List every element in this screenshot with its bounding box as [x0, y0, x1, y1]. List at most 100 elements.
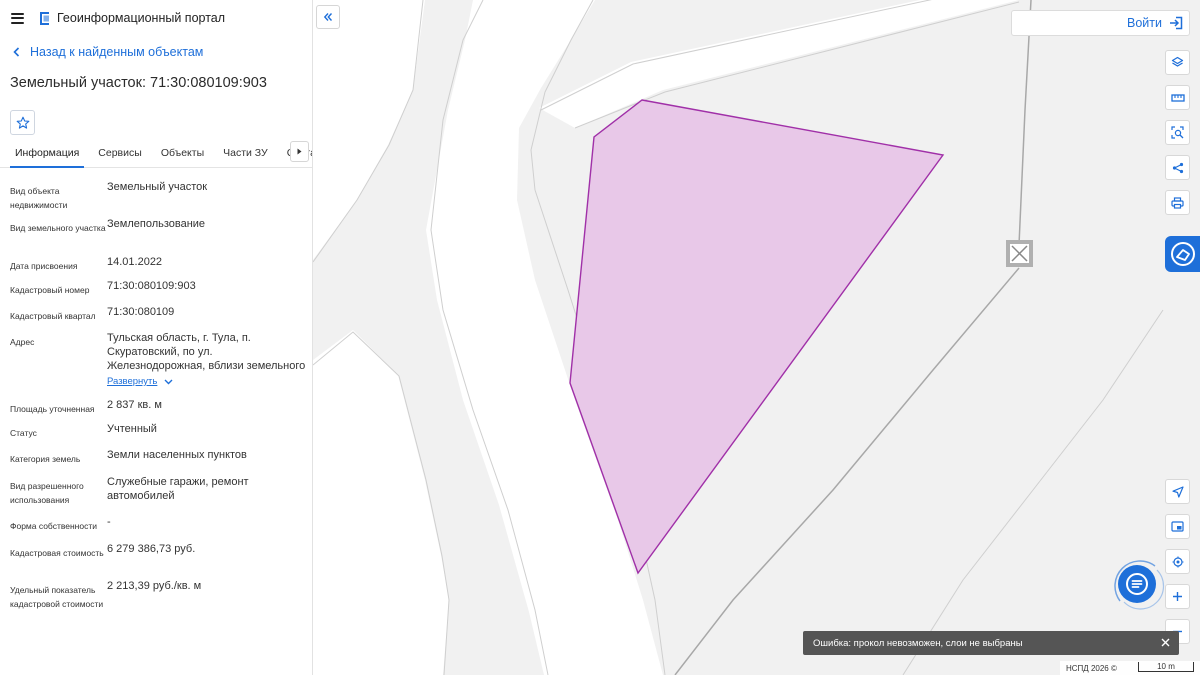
sidebar: Геоинформационный портал Назад к найденн… [0, 0, 313, 675]
geolocation-button[interactable] [1165, 549, 1190, 574]
tab-info[interactable]: Информация [10, 144, 85, 168]
property-value: 2 837 кв. м [107, 399, 162, 411]
property-value: 71:30:080109 [107, 306, 175, 318]
property-label: Вид земельного участка [10, 223, 106, 233]
map-boundary-line [902, 309, 1164, 675]
property-row: Кадастровый квартал 71:30:080109 [10, 305, 312, 331]
object-title: Земельный участок: 71:30:080109:903 [10, 75, 267, 91]
star-icon [16, 116, 29, 129]
property-value: 71:30:080109:903 [107, 280, 196, 292]
property-label: Дата присвоения [10, 261, 78, 271]
property-row-address: Адрес Тульская область, г. Тула, п. Скур… [10, 331, 312, 398]
zoom-in-button[interactable] [1165, 584, 1190, 609]
share-icon [1172, 162, 1183, 173]
app-title: Геоинформационный портал [57, 11, 226, 25]
property-value: Служебные гаражи, ремонт автомобилей [107, 476, 249, 502]
minimap-button[interactable] [1165, 514, 1190, 539]
boundary-marker-icon [1006, 240, 1033, 267]
property-row: Кадастровая стоимость 6 279 386,73 руб. [10, 542, 312, 579]
parcel-polygon[interactable] [569, 99, 945, 575]
map-boundary-line [1018, 0, 1032, 246]
map-canvas[interactable] [313, 0, 1200, 675]
favorite-button[interactable] [10, 110, 35, 135]
expand-address-link[interactable]: Развернуть [107, 375, 307, 389]
property-label: Вид объекта недвижимости [10, 186, 68, 210]
property-value: Земли населенных пунктов [107, 449, 247, 461]
chevron-down-icon [164, 379, 173, 385]
plus-icon [1173, 592, 1182, 601]
chat-assistant-button[interactable] [1118, 565, 1156, 603]
map-layer [313, 0, 1200, 675]
menu-icon[interactable] [11, 12, 24, 24]
property-label: Кадастровый номер [10, 285, 90, 295]
property-value: Земельный участок [107, 181, 208, 193]
geolocation-icon [1172, 556, 1183, 567]
print-button[interactable] [1165, 190, 1190, 215]
nspd-panel-toggle[interactable] [1165, 236, 1200, 272]
tab-services[interactable]: Сервисы [93, 144, 147, 168]
property-row: Вид объекта недвижимости Земельный участ… [10, 180, 312, 217]
ruler-icon [1170, 93, 1185, 102]
share-button[interactable] [1165, 155, 1190, 180]
tabs-scroll-right-button[interactable] [290, 141, 309, 162]
area-search-button[interactable] [1165, 120, 1190, 145]
printer-icon [1171, 196, 1184, 209]
tab-parcel-parts[interactable]: Части ЗУ [218, 144, 273, 168]
chevron-left-icon [13, 47, 20, 57]
double-chevron-left-icon [323, 13, 333, 21]
locate-button[interactable] [1165, 479, 1190, 504]
property-value: Землепользование [107, 218, 206, 230]
property-list: Вид объекта недвижимости Земельный участ… [0, 168, 312, 623]
tab-objects[interactable]: Объекты [156, 144, 209, 168]
property-row: Вид разрешенного использования Служебные… [10, 475, 312, 515]
property-value: - [107, 516, 111, 528]
property-value: 6 279 386,73 руб. [107, 543, 196, 555]
property-label: Кадастровая стоимость [10, 548, 104, 558]
property-label: Форма собственности [10, 521, 97, 531]
property-row: Категория земель Земли населенных пункто… [10, 448, 312, 475]
property-row: Дата присвоения 14.01.2022 [10, 255, 312, 279]
top-bar: Геоинформационный портал [0, 0, 312, 36]
caret-right-icon [297, 148, 302, 155]
chat-icon [1126, 573, 1148, 595]
back-link-label: Назад к найденным объектам [30, 45, 204, 59]
collapse-sidebar-button[interactable] [316, 5, 340, 29]
area-search-icon [1171, 126, 1184, 139]
road-band [313, 0, 425, 260]
nspd-logo-icon [1170, 242, 1195, 266]
scale-bar: 10 m [1138, 662, 1194, 672]
layers-button[interactable] [1165, 50, 1190, 75]
address-value-wrap: Тульская область, г. Тула, п. Скуратовск… [107, 331, 307, 398]
address-value: Тульская область, г. Тула, п. Скуратовск… [107, 332, 306, 372]
property-label: Вид разрешенного использования [10, 481, 84, 505]
object-tabs: Информация Сервисы Объекты Части ЗУ Сост… [0, 141, 312, 168]
toast-message: Ошибка: прокол невозможен, слои не выбра… [813, 637, 1023, 649]
property-row: Форма собственности - [10, 515, 312, 542]
measure-button[interactable] [1165, 85, 1190, 110]
attribution-text: НСПД 2026 © [1066, 663, 1117, 673]
property-value: 14.01.2022 [107, 256, 163, 268]
layers-icon [1171, 56, 1184, 67]
property-label: Кадастровый квартал [10, 311, 96, 321]
property-row: Удельный показатель кадастровой стоимост… [10, 579, 312, 623]
property-row: Вид земельного участка Землепользование [10, 217, 312, 255]
portal-logo-icon [40, 11, 49, 25]
property-value: Учтенный [107, 423, 157, 435]
property-row: Площадь уточненная 2 837 кв. м [10, 398, 312, 422]
property-label: Адрес [10, 337, 35, 347]
property-row: Кадастровый номер 71:30:080109:903 [10, 279, 312, 305]
property-row: Статус Учтенный [10, 422, 312, 448]
close-icon [1161, 638, 1169, 646]
navigation-arrow-icon [1171, 485, 1184, 498]
property-value: 2 213,39 руб./кв. м [107, 580, 202, 592]
road-band [313, 330, 449, 675]
toast-close-button[interactable] [1157, 634, 1173, 650]
map-attribution: НСПД 2026 © 10 m [1060, 661, 1200, 675]
back-to-results-link[interactable]: Назад к найденным объектам [0, 42, 312, 62]
property-label: Категория земель [10, 454, 81, 464]
minimap-icon [1171, 521, 1184, 532]
login-button[interactable]: Войти [1011, 10, 1190, 36]
property-label: Площадь уточненная [10, 404, 95, 414]
expand-label: Развернуть [107, 376, 158, 387]
login-label: Войти [1127, 16, 1162, 30]
